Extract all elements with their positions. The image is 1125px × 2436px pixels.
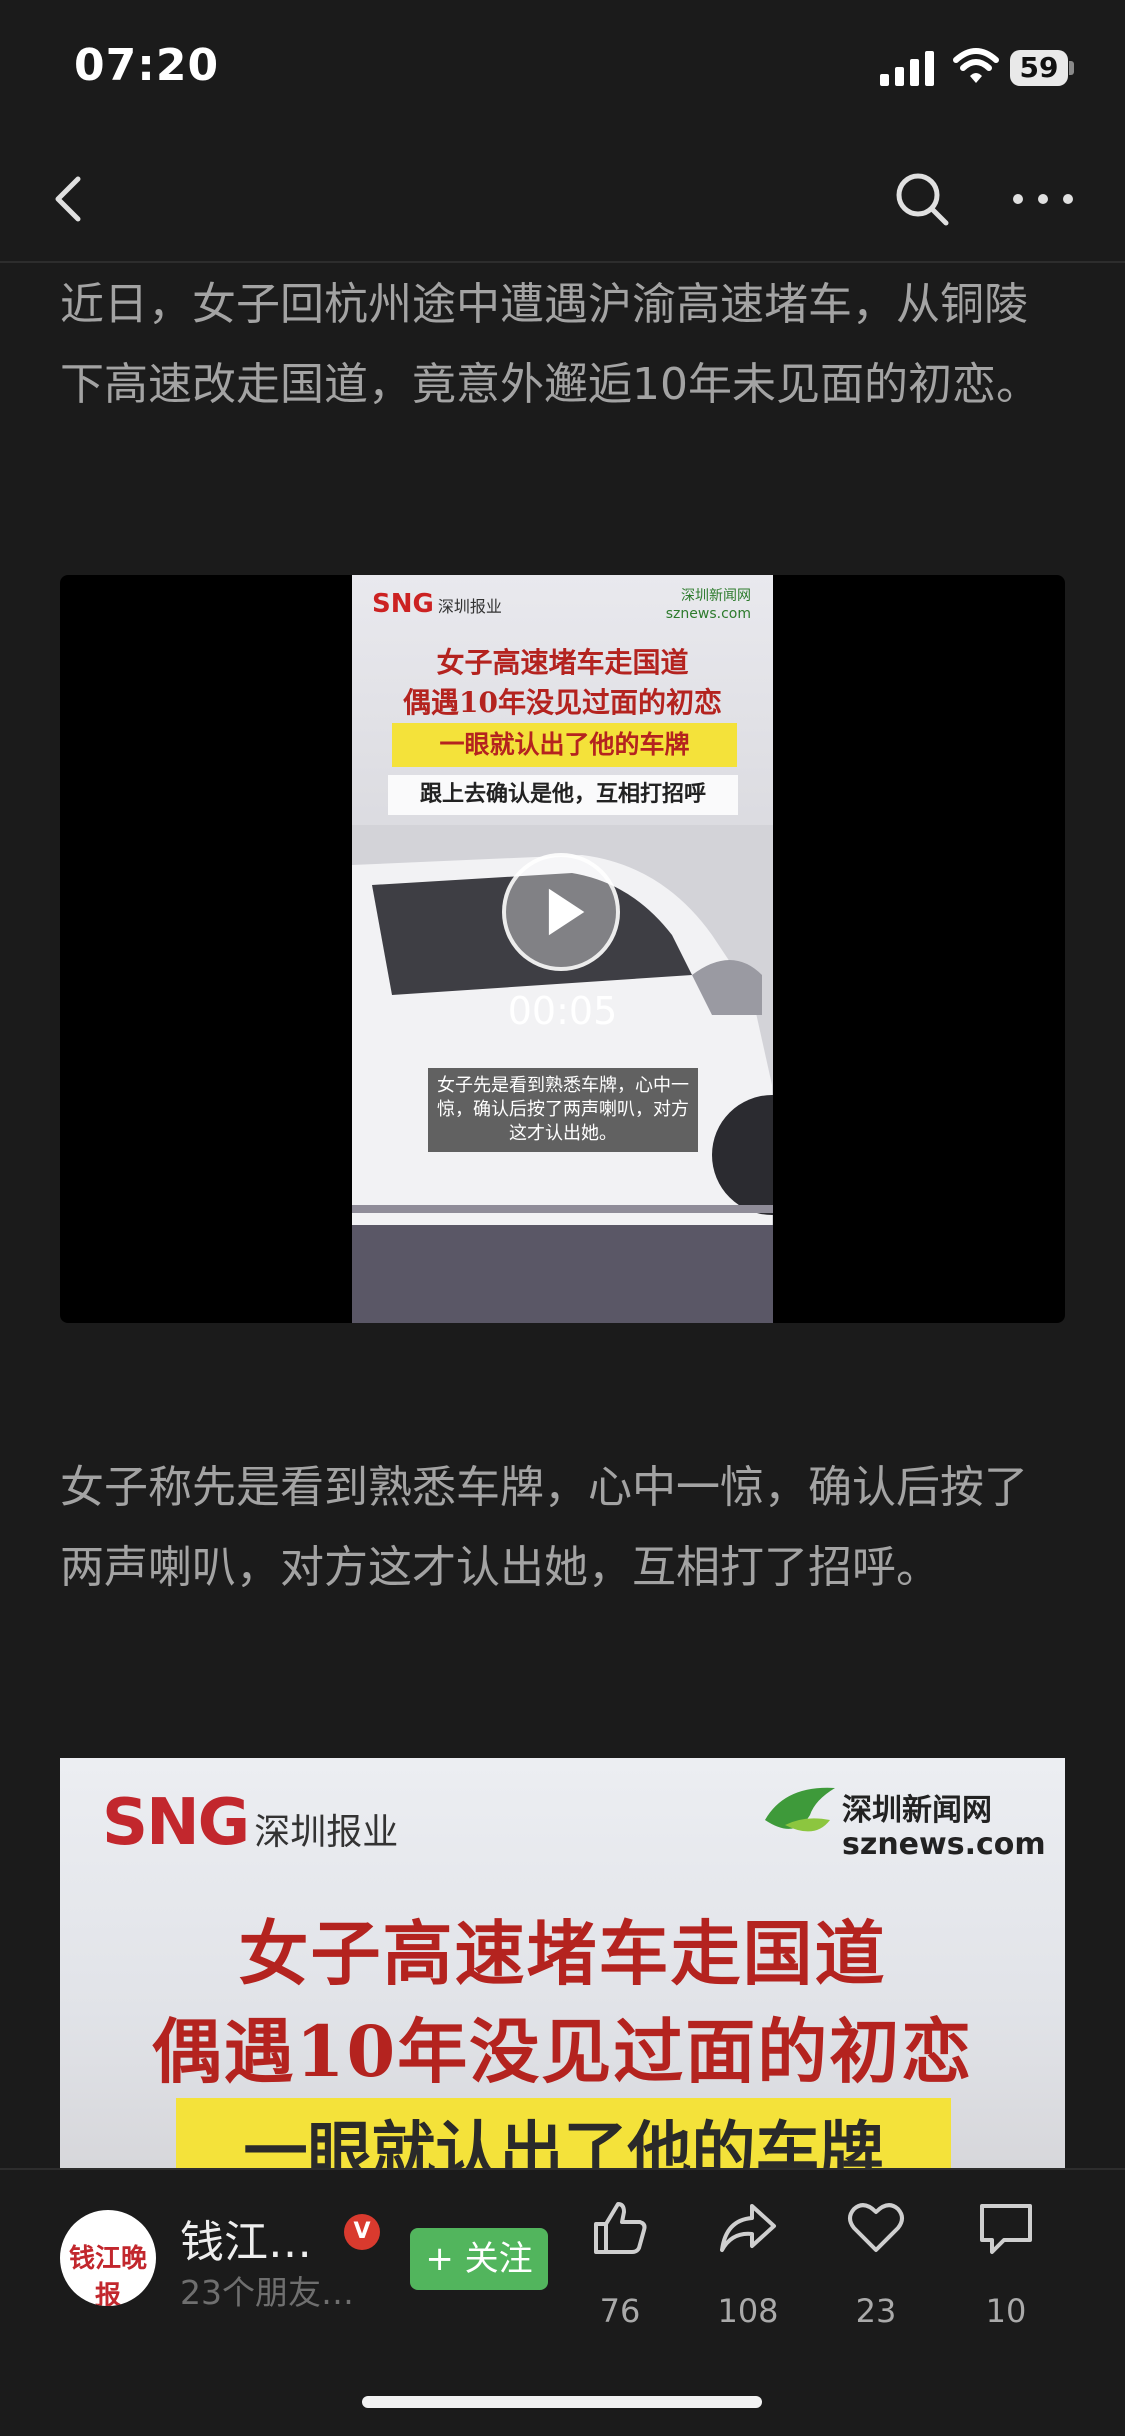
video-subtitle: 女子先是看到熟悉车牌，心中一惊，确认后按了两声喇叭，对方这才认出她。 bbox=[428, 1068, 698, 1152]
share-count: 108 bbox=[717, 2292, 779, 2330]
video-player[interactable]: SNG 深圳报业 深圳新闻网 sznews.com 女子高速堵车走国道 偶遇10年没… bbox=[60, 575, 1065, 1323]
image-headline-2: 偶遇10年没见过面的初恋 bbox=[151, 2010, 974, 2093]
video-duration: 00:05 bbox=[507, 989, 618, 1033]
chevron-left-icon[interactable] bbox=[40, 167, 100, 231]
video-brand-logo: SNG 深圳报业 bbox=[372, 589, 502, 619]
comment-bubble-icon bbox=[980, 2204, 1032, 2254]
top-nav-bar bbox=[0, 135, 1125, 263]
image-site-logo: 深圳新闻网 sznews.com bbox=[842, 1793, 1046, 1862]
comment-button[interactable]: 10 bbox=[956, 2198, 1056, 2338]
video-headline-1: 女子高速堵车走国道 bbox=[436, 646, 689, 679]
like-button[interactable]: 76 bbox=[570, 2198, 670, 2338]
heart-icon bbox=[848, 2203, 904, 2252]
follow-button[interactable]: + 关注 bbox=[410, 2228, 548, 2290]
article-paragraph: 女子称先是看到熟悉车牌，心中一惊，确认后按了两声喇叭，对方这才认出她，互相打了招… bbox=[60, 1462, 1028, 1593]
play-icon[interactable] bbox=[502, 853, 620, 971]
search-icon[interactable] bbox=[890, 167, 954, 231]
more-dots-icon[interactable] bbox=[1008, 175, 1078, 223]
article-image[interactable]: SNG 深圳报业 深圳新闻网 sznews.com 女子高速堵车走国道 偶遇10年没… bbox=[60, 1758, 1065, 2168]
cellular-signal-icon bbox=[880, 51, 934, 86]
status-bar: 07:20 59 bbox=[0, 0, 1125, 135]
image-yellow-banner: 一眼就认出了他的车牌 bbox=[176, 2098, 951, 2168]
verified-badge: V bbox=[344, 2214, 380, 2250]
comment-count: 10 bbox=[985, 2292, 1027, 2330]
home-indicator[interactable] bbox=[362, 2396, 762, 2408]
image-headline-1: 女子高速堵车走国道 bbox=[238, 1912, 887, 1995]
share-button[interactable]: 108 bbox=[698, 2198, 798, 2338]
favorite-count: 23 bbox=[855, 2292, 897, 2330]
status-time: 07:20 bbox=[74, 40, 220, 91]
image-brand-logo: SNG 深圳报业 bbox=[102, 1786, 399, 1860]
article-content: 近日，女子回杭州途中遭遇沪渝高速堵车，从铜陵下高速改走国道，竟意外邂逅10年未见… bbox=[0, 263, 1125, 2168]
video-headline-2: 偶遇10年没见过面的初恋 bbox=[403, 686, 722, 719]
thumbs-up-icon bbox=[594, 2202, 647, 2254]
battery-level: 59 bbox=[1019, 51, 1059, 84]
avatar[interactable]: 钱江晚报 bbox=[60, 2210, 156, 2306]
article-paragraph: 近日，女子回杭州途中遭遇沪渝高速堵车，从铜陵下高速改走国道，竟意外邂逅10年未见… bbox=[60, 279, 1040, 410]
like-count: 76 bbox=[599, 2292, 641, 2330]
share-arrow-icon bbox=[720, 2204, 776, 2252]
sznews-logo-icon bbox=[765, 1787, 835, 1832]
account-name[interactable]: 钱江… bbox=[180, 2206, 312, 2270]
friends-count: 23个朋友… bbox=[180, 2273, 354, 2312]
favorite-button[interactable]: 23 bbox=[826, 2198, 926, 2338]
battery-indicator: 59 bbox=[1010, 50, 1074, 86]
video-site-logo: 深圳新闻网 sznews.com bbox=[665, 588, 751, 622]
video-yellow-banner: 一眼就认出了他的车牌 bbox=[392, 723, 737, 767]
video-white-banner: 跟上去确认是他，互相打招呼 bbox=[388, 775, 738, 815]
wifi-icon bbox=[953, 48, 999, 83]
